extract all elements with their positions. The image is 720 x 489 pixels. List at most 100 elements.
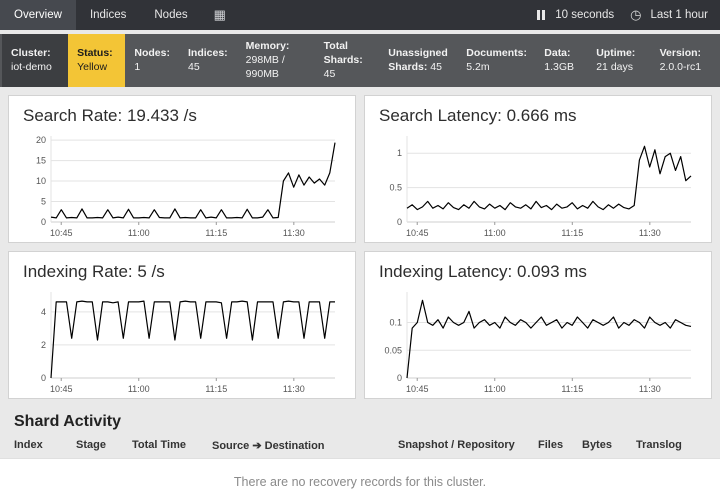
- svg-text:0.1: 0.1: [389, 317, 402, 327]
- apps-grid-icon[interactable]: ▦: [202, 0, 238, 30]
- stat-indices-label: Indices:: [188, 47, 228, 59]
- svg-text:5: 5: [41, 196, 46, 206]
- svg-text:0.5: 0.5: [389, 182, 402, 192]
- svg-text:10:45: 10:45: [406, 228, 429, 238]
- col-index: Index: [14, 439, 76, 452]
- stat-cluster: Cluster: iot-demo: [2, 34, 68, 87]
- tab-overview[interactable]: Overview: [0, 0, 76, 30]
- svg-text:11:30: 11:30: [639, 228, 661, 238]
- stat-documents-label: Documents:: [466, 47, 527, 59]
- col-stage: Stage: [76, 439, 132, 452]
- stat-version-label: Version:: [660, 47, 701, 59]
- col-total-time: Total Time: [132, 439, 212, 452]
- stat-data-label: Data:: [544, 47, 570, 59]
- svg-text:11:30: 11:30: [639, 384, 661, 394]
- col-translog: Translog: [636, 439, 706, 452]
- col-snapshot-repository: Snapshot / Repository: [398, 439, 538, 452]
- cluster-stats-bar: Cluster: iot-demo Status: Yellow Nodes: …: [0, 34, 720, 87]
- tab-nodes[interactable]: Nodes: [140, 0, 201, 30]
- shard-activity-title: Shard Activity: [14, 413, 706, 431]
- indexing-rate-chart: 02410:4511:0011:1511:30: [21, 286, 343, 394]
- apps-grid-glyph: ▦: [214, 7, 226, 23]
- stat-nodes-value: 1: [134, 61, 140, 73]
- tab-indices-label: Indices: [90, 9, 126, 21]
- panel-search-latency: Search Latency: 0.666 ms 0 0.5 1 10:45 11:00…: [364, 95, 712, 243]
- stat-total-shards-label: Total Shards:: [324, 40, 363, 66]
- stat-data: Data: 1.3GB: [535, 34, 587, 87]
- stat-memory-label: Memory:: [246, 40, 290, 52]
- stat-uptime-label: Uptime:: [596, 47, 635, 59]
- stat-memory: Memory: 298MB / 990MB: [237, 34, 315, 87]
- shard-activity-empty-message: There are no recovery records for this c…: [0, 458, 720, 489]
- svg-text:0: 0: [41, 217, 46, 227]
- stat-data-value: 1.3GB: [544, 61, 574, 73]
- stat-documents: Documents: 5.2m: [457, 34, 535, 87]
- svg-text:20: 20: [36, 135, 46, 145]
- clock-icon[interactable]: ◷: [630, 7, 641, 23]
- status-badge: Yellow: [77, 61, 107, 73]
- time-range-button[interactable]: Last 1 hour: [650, 9, 708, 21]
- stat-nodes: Nodes: 1: [125, 34, 179, 87]
- refresh-interval-button[interactable]: 10 seconds: [555, 9, 614, 21]
- indexing-latency-title: Indexing Latency: 0.093 ms: [379, 262, 699, 282]
- nav-right-controls: 10 seconds ◷ Last 1 hour: [525, 0, 720, 30]
- stat-unassigned-shards: Unassigned Shards: 45: [379, 34, 457, 87]
- pause-icon[interactable]: [537, 10, 545, 20]
- svg-text:10:45: 10:45: [406, 384, 429, 394]
- svg-text:4: 4: [41, 306, 46, 316]
- svg-text:0: 0: [397, 373, 402, 383]
- tab-nodes-label: Nodes: [154, 9, 187, 21]
- stat-total-shards: Total Shards: 45: [315, 34, 380, 87]
- svg-text:10: 10: [36, 176, 46, 186]
- search-rate-title: Search Rate: 19.433 /s: [23, 106, 343, 126]
- stat-memory-value: 298MB / 990MB: [246, 54, 285, 80]
- svg-text:11:15: 11:15: [205, 228, 227, 238]
- shard-activity-section: Shard Activity Index Stage Total Time So…: [0, 407, 720, 489]
- svg-text:11:00: 11:00: [128, 384, 150, 394]
- stat-status-label: Status:: [77, 47, 113, 59]
- stat-cluster-value: iot-demo: [11, 61, 52, 73]
- svg-text:11:30: 11:30: [283, 228, 305, 238]
- nav-spacer: [238, 0, 525, 30]
- svg-text:11:00: 11:00: [484, 384, 506, 394]
- svg-text:1: 1: [397, 148, 402, 158]
- svg-text:11:00: 11:00: [484, 228, 506, 238]
- indexing-latency-chart: 0 0.05 0.1 10:45 11:00 11:15 11:30: [377, 286, 699, 394]
- svg-text:15: 15: [36, 155, 46, 165]
- stat-uptime-value: 21 days: [596, 61, 633, 73]
- svg-text:10:45: 10:45: [50, 228, 73, 238]
- svg-text:2: 2: [41, 339, 46, 349]
- svg-text:11:15: 11:15: [561, 384, 583, 394]
- svg-text:0.05: 0.05: [384, 345, 402, 355]
- stat-total-shards-value: 45: [324, 68, 336, 80]
- stat-uptime: Uptime: 21 days: [587, 34, 650, 87]
- col-bytes: Bytes: [582, 439, 636, 452]
- svg-text:11:00: 11:00: [128, 228, 150, 238]
- svg-text:11:15: 11:15: [205, 384, 227, 394]
- indexing-rate-title: Indexing Rate: 5 /s: [23, 262, 343, 282]
- panel-indexing-latency: Indexing Latency: 0.093 ms 0 0.05 0.1 10:45…: [364, 251, 712, 399]
- svg-text:0: 0: [41, 373, 46, 383]
- stat-version-value: 2.0.0-rc1: [660, 61, 701, 73]
- search-latency-title: Search Latency: 0.666 ms: [379, 106, 699, 126]
- stat-unassigned-shards-value: 45: [430, 61, 442, 73]
- shard-activity-header: Index Stage Total Time Source ➔ Destinat…: [14, 439, 706, 458]
- metrics-grid: Search Rate: 19.433 /s 0510152010:4511:0…: [0, 87, 720, 407]
- panel-search-rate: Search Rate: 19.433 /s 0 5 10 15 20 10:45 11:0…: [8, 95, 356, 243]
- tab-indices[interactable]: Indices: [76, 0, 140, 30]
- stat-documents-value: 5.2m: [466, 61, 489, 73]
- panel-indexing-rate: Indexing Rate: 5 /s 02410:4511:0011:1511…: [8, 251, 356, 399]
- col-files: Files: [538, 439, 582, 452]
- svg-text:11:15: 11:15: [561, 228, 583, 238]
- svg-text:0: 0: [397, 217, 402, 227]
- search-rate-chart: 0 5 10 15 20 10:45 11:00 11:15 11:30: [21, 130, 343, 238]
- stat-version: Version: 2.0.0-rc1: [651, 34, 718, 87]
- stat-indices: Indices: 45: [179, 34, 237, 87]
- col-source-destination: Source ➔ Destination: [212, 439, 398, 452]
- stat-nodes-label: Nodes:: [134, 47, 170, 59]
- stat-status: Status: Yellow: [68, 34, 125, 87]
- stat-indices-value: 45: [188, 61, 200, 73]
- tab-overview-label: Overview: [14, 9, 62, 21]
- search-latency-chart: 0 0.5 1 10:45 11:00 11:15 11:30: [377, 130, 699, 238]
- top-navbar: Overview Indices Nodes ▦ 10 seconds ◷ La…: [0, 0, 720, 30]
